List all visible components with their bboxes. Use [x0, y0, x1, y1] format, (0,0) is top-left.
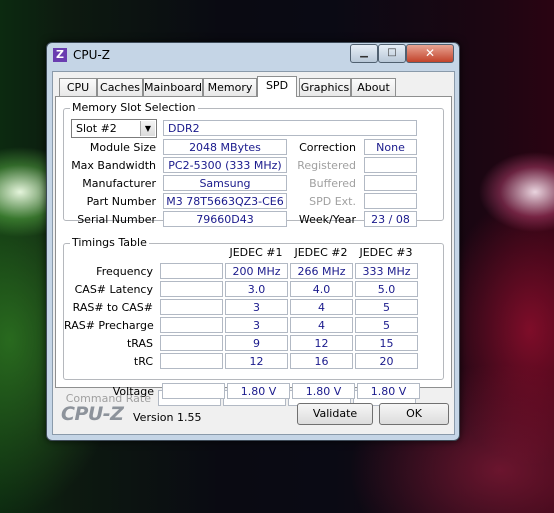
serial-number-label: Serial Number	[77, 213, 156, 226]
cpuz-app-icon: Z	[53, 48, 67, 62]
slot-select[interactable]: Slot #2 ▼	[71, 119, 157, 138]
jedec-1-header: JEDEC #1	[229, 246, 283, 259]
module-size-label: Module Size	[89, 141, 156, 154]
tras-jedec-3: 15	[355, 335, 418, 351]
timing-blank-field	[160, 263, 223, 279]
minimize-icon: ▁	[360, 47, 368, 58]
maximize-button[interactable]: □	[378, 44, 406, 63]
close-icon: ✕	[424, 46, 436, 60]
title-bar[interactable]: Z CPU-Z ▁ □ ✕	[47, 43, 459, 65]
cas-latency-jedec-3: 5.0	[355, 281, 418, 297]
registered-value	[364, 157, 417, 173]
timing-blank-field	[158, 390, 221, 406]
trc-jedec-1: 12	[225, 353, 288, 369]
buffered-value	[364, 175, 417, 191]
memory-type-field: DDR2	[163, 120, 417, 136]
timing-blank-field	[160, 299, 223, 315]
slot-select-value: Slot #2	[76, 122, 117, 135]
module-size-value: 2048 MBytes	[163, 139, 287, 155]
max-bandwidth-value: PC2-5300 (333 MHz)	[163, 157, 287, 173]
tab-memory[interactable]: Memory	[203, 78, 257, 96]
cas-latency-jedec-2: 4.0	[290, 281, 353, 297]
memory-slot-group: Memory Slot Selection Slot #2 ▼ DDR2 Mod…	[63, 101, 444, 227]
tras-label: tRAS	[126, 337, 153, 350]
ras-precharge-jedec-3: 5	[355, 317, 418, 333]
ras-precharge-label: RAS# Precharge	[64, 319, 154, 332]
cas-latency-label: CAS# Latency	[74, 283, 153, 296]
frequency-label: Frequency	[96, 265, 153, 278]
window-title: CPU-Z	[73, 48, 110, 62]
jedec-3-header: JEDEC #3	[359, 246, 413, 259]
timing-blank-field	[160, 317, 223, 333]
tab-caches[interactable]: Caches	[97, 78, 143, 96]
ras-to-cas-jedec-3: 5	[355, 299, 418, 315]
tras-jedec-1: 9	[225, 335, 288, 351]
validate-button[interactable]: Validate	[297, 403, 373, 425]
tras-jedec-2: 12	[290, 335, 353, 351]
ras-precharge-jedec-1: 3	[225, 317, 288, 333]
cpuz-window: Z CPU-Z ▁ □ ✕ CPU Caches Mainboard Memor…	[46, 42, 460, 441]
week-year-label: Week/Year	[298, 213, 356, 226]
frequency-jedec-2: 266 MHz	[290, 263, 353, 279]
version-label: Version 1.55	[133, 411, 202, 424]
spd-ext-value	[364, 193, 417, 209]
ras-to-cas-jedec-2: 4	[290, 299, 353, 315]
part-number-label: Part Number	[86, 195, 156, 208]
tab-cpu[interactable]: CPU	[59, 78, 97, 96]
max-bandwidth-label: Max Bandwidth	[71, 159, 156, 172]
correction-label: Correction	[299, 141, 356, 154]
ok-button[interactable]: OK	[379, 403, 449, 425]
manufacturer-label: Manufacturer	[82, 177, 156, 190]
memory-slot-legend: Memory Slot Selection	[70, 101, 198, 114]
tab-graphics[interactable]: Graphics	[299, 78, 351, 96]
command-rate-jedec-1	[223, 390, 286, 406]
close-button[interactable]: ✕	[406, 44, 454, 63]
timing-blank-field	[160, 335, 223, 351]
ras-to-cas-label: RAS# to CAS#	[72, 301, 153, 314]
correction-value: None	[364, 139, 417, 155]
minimize-button[interactable]: ▁	[350, 44, 378, 63]
tab-about[interactable]: About	[351, 78, 396, 96]
trc-jedec-2: 16	[290, 353, 353, 369]
ras-to-cas-jedec-1: 3	[225, 299, 288, 315]
maximize-icon: □	[387, 47, 397, 58]
cas-latency-jedec-1: 3.0	[225, 281, 288, 297]
timing-blank-field	[160, 281, 223, 297]
trc-label: tRC	[133, 355, 153, 368]
tab-mainboard[interactable]: Mainboard	[143, 78, 203, 96]
frequency-jedec-1: 200 MHz	[225, 263, 288, 279]
chevron-down-icon[interactable]: ▼	[140, 121, 155, 136]
trc-jedec-3: 20	[355, 353, 418, 369]
serial-number-value: 79660D43	[163, 211, 287, 227]
spd-page: Memory Slot Selection Slot #2 ▼ DDR2 Mod…	[55, 96, 452, 388]
timings-legend: Timings Table	[70, 236, 149, 249]
client-area: CPU Caches Mainboard Memory SPD Graphics…	[52, 71, 455, 435]
jedec-2-header: JEDEC #2	[294, 246, 348, 259]
buffered-label: Buffered	[309, 177, 356, 190]
timing-blank-field	[160, 353, 223, 369]
spd-ext-label: SPD Ext.	[309, 195, 356, 208]
cpuz-logo: CPU-Z	[61, 403, 124, 425]
manufacturer-value: Samsung	[163, 175, 287, 191]
timings-group: Timings Table JEDEC #1 JEDEC #2 JEDEC #3…	[63, 236, 444, 380]
frequency-jedec-3: 333 MHz	[355, 263, 418, 279]
week-year-value: 23 / 08	[364, 211, 417, 227]
part-number-value: M3 78T5663QZ3-CE6	[163, 193, 287, 209]
tab-spd[interactable]: SPD	[257, 76, 297, 97]
registered-label: Registered	[297, 159, 356, 172]
ras-precharge-jedec-2: 4	[290, 317, 353, 333]
